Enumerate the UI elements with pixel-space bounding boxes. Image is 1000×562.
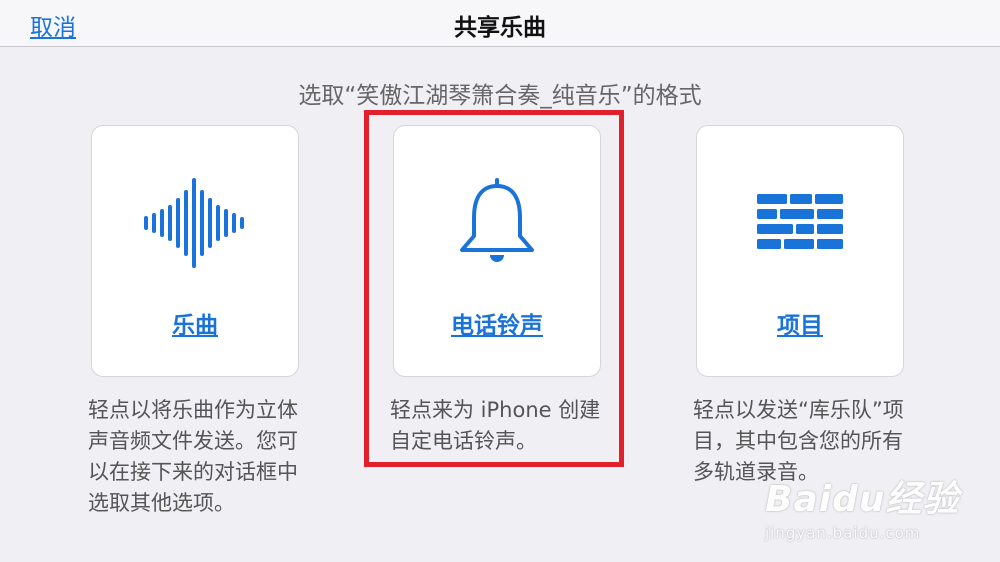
page-title: 共享乐曲: [454, 15, 546, 41]
watermark-logo: Baidu经验: [765, 479, 960, 520]
format-prompt: 选取“笑傲江湖琴箫合奏_纯音乐”的格式: [298, 83, 702, 109]
nav-bar: 取消 共享乐曲: [0, 0, 1000, 47]
watermark: Baidu经验 jingyan.baidu.com: [765, 470, 995, 550]
waveform-icon: [144, 178, 244, 268]
option-description-song: 轻点以将乐曲作为立体声音频文件发送。您可以在接下来的对话框中选取其他选项。: [88, 398, 298, 515]
option-label-song[interactable]: 乐曲: [92, 306, 298, 340]
option-label-project[interactable]: 项目: [697, 306, 903, 340]
watermark-url: jingyan.baidu.com: [765, 524, 921, 542]
highlight-box: [364, 110, 624, 467]
tracks-icon: [757, 194, 843, 249]
option-card-project[interactable]: 项目: [696, 125, 904, 377]
option-card-song[interactable]: 乐曲: [91, 125, 299, 377]
